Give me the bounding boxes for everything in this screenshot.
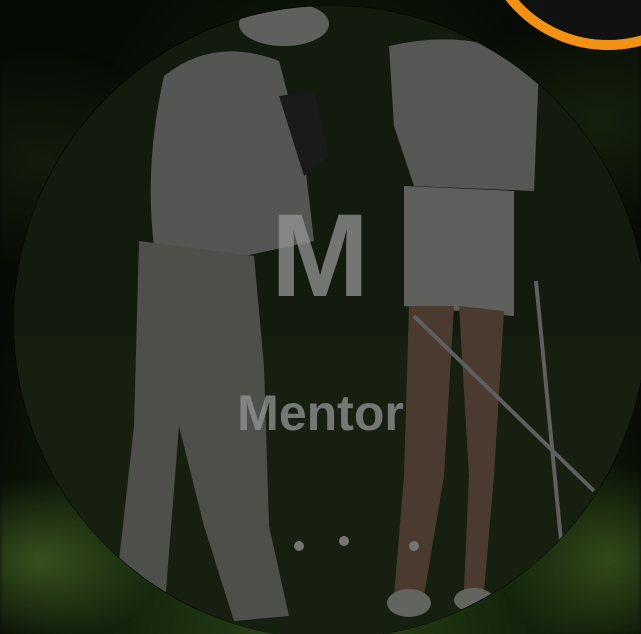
mentor-card-stage: M Mentor: [0, 0, 641, 634]
mentor-initial: M: [270, 190, 371, 322]
mentor-role-label: Mentor: [237, 385, 404, 441]
